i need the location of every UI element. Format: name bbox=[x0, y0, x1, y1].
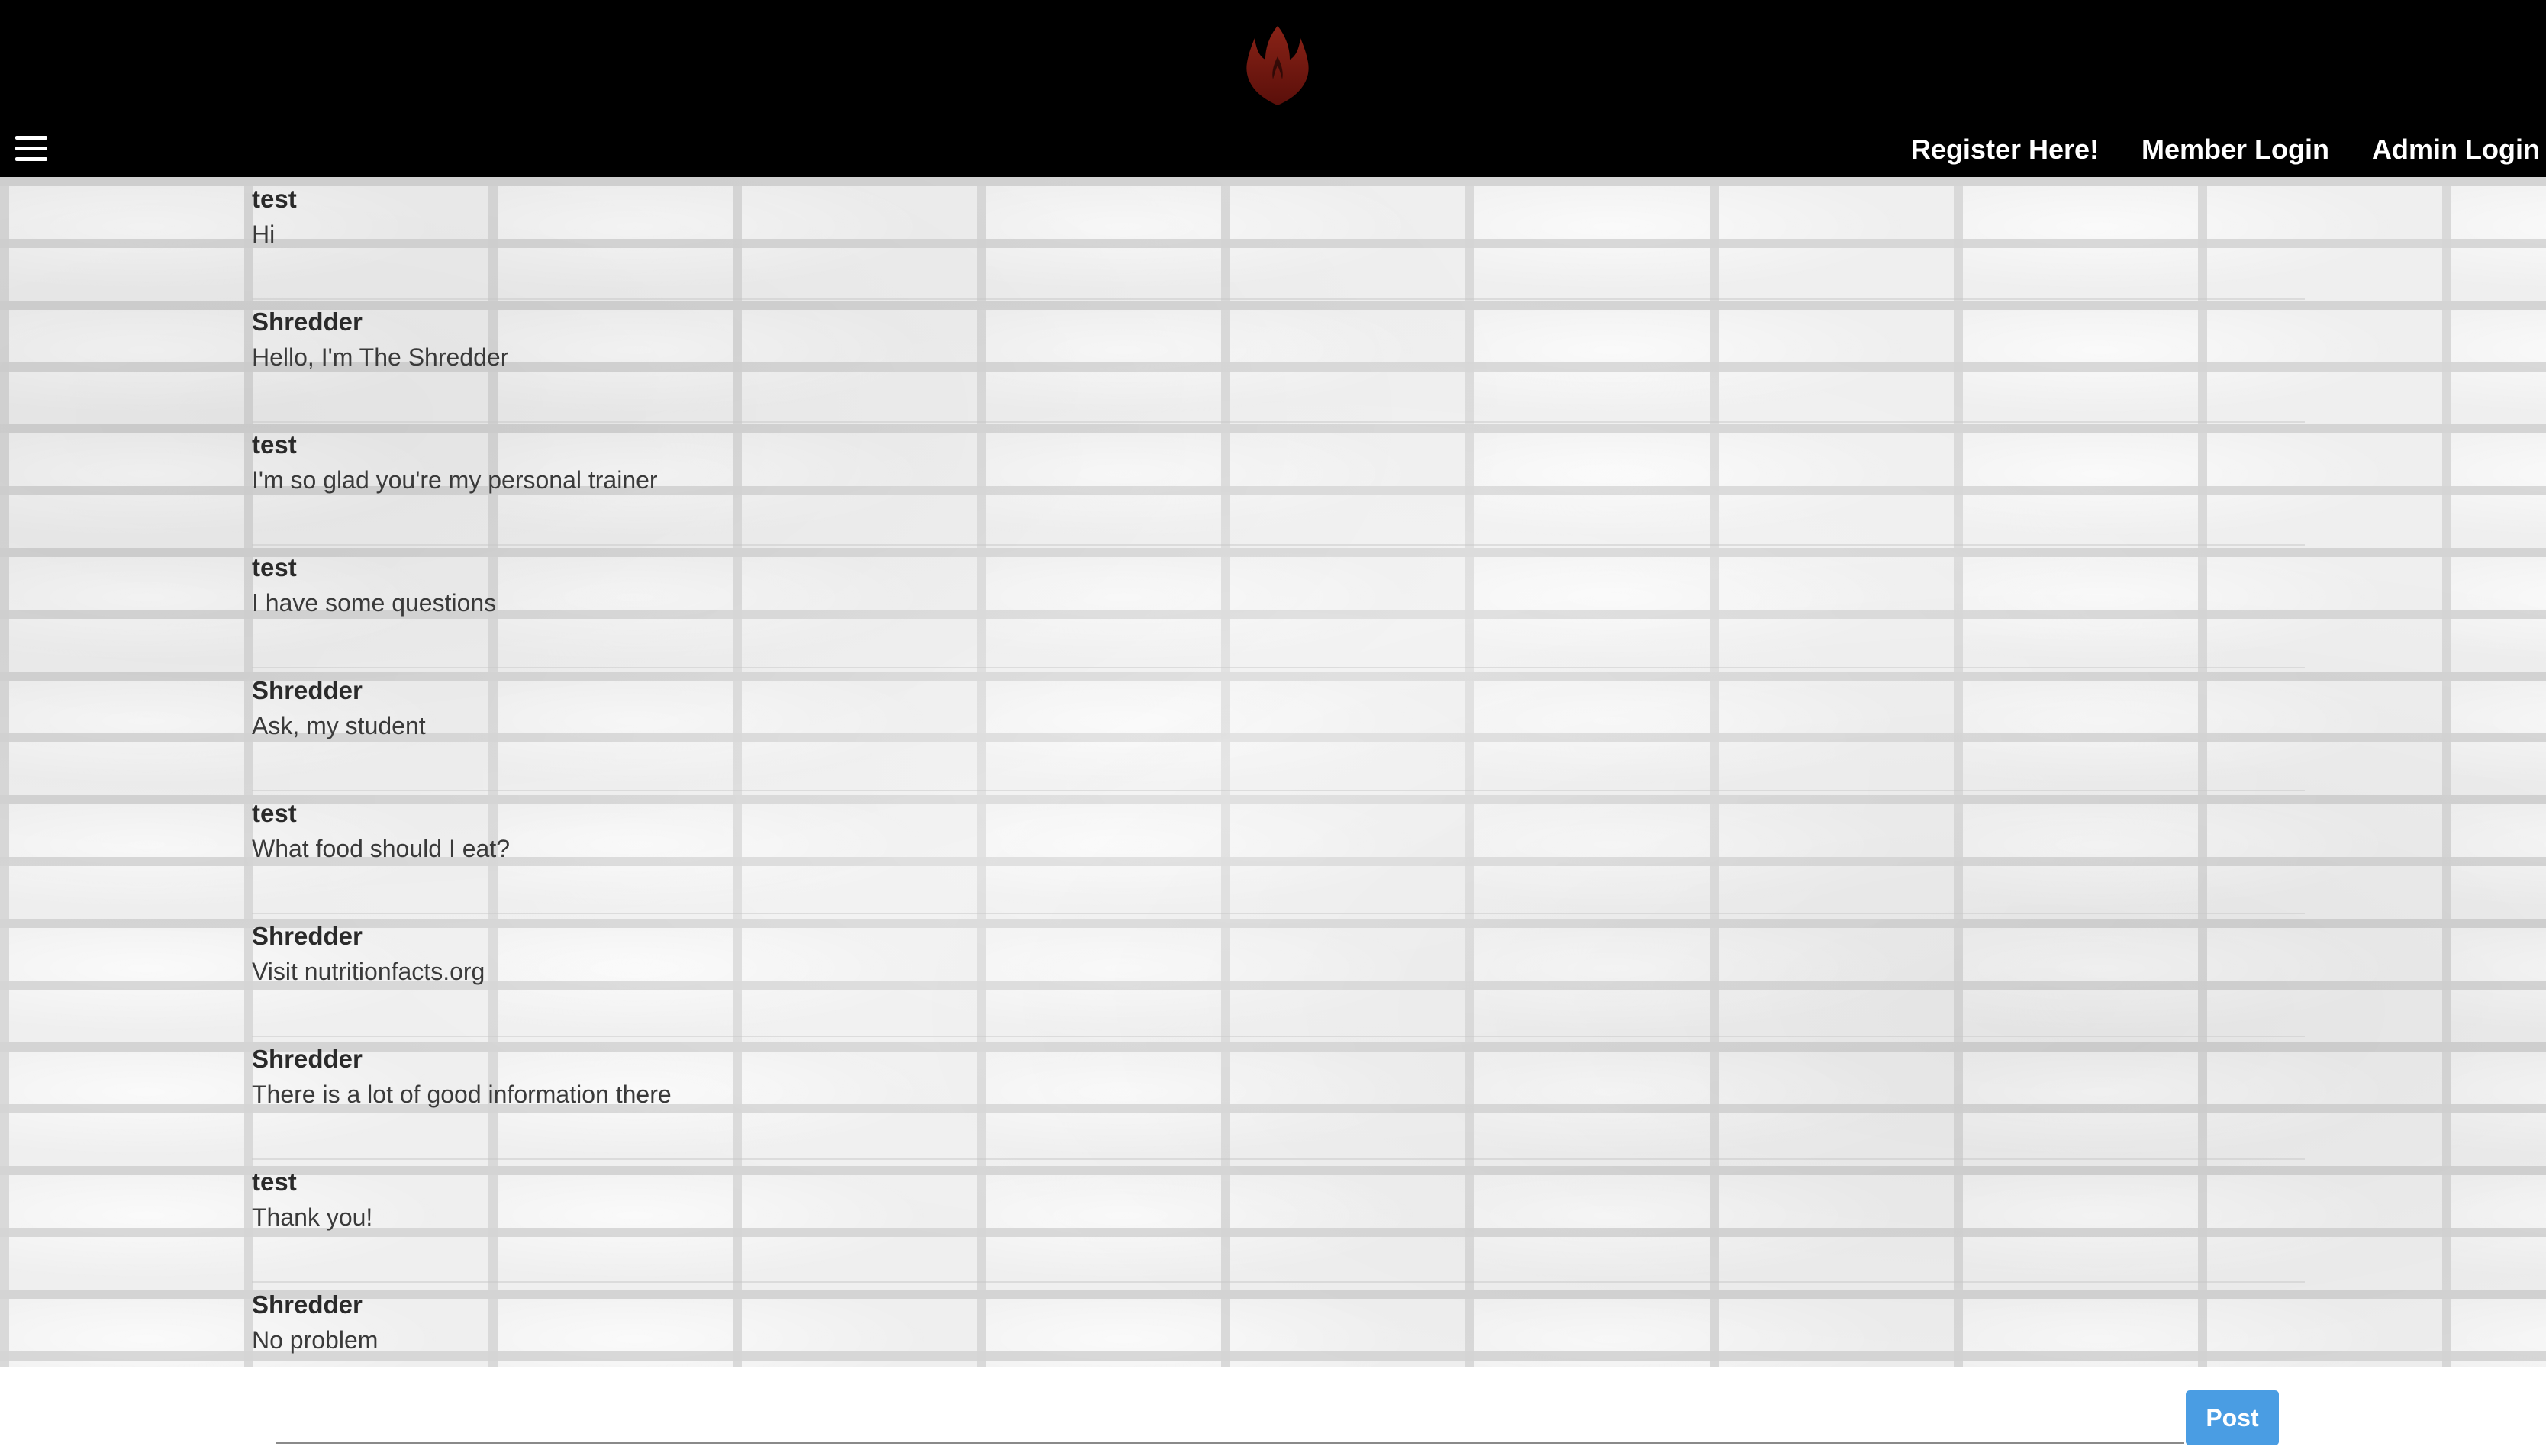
message-text: Hi bbox=[252, 221, 276, 248]
message-text: What food should I eat? bbox=[252, 835, 510, 862]
hamburger-menu-icon[interactable] bbox=[15, 136, 47, 163]
message-item: test I'm so glad you're my personal trai… bbox=[252, 423, 2305, 546]
message-input[interactable] bbox=[276, 1389, 2184, 1444]
message-item: Shredder Hello, I'm The Shredder bbox=[252, 300, 2305, 423]
register-link[interactable]: Register Here! bbox=[1911, 131, 2099, 168]
message-text: I'm so glad you're my personal trainer bbox=[252, 466, 658, 494]
message-item: Shredder There is a lot of good informat… bbox=[252, 1037, 2305, 1160]
message-author: Shredder bbox=[252, 676, 363, 704]
message-composer: Post bbox=[0, 1367, 2546, 1456]
message-text: Ask, my student bbox=[252, 712, 426, 739]
post-button[interactable]: Post bbox=[2186, 1390, 2279, 1445]
header-nav: Register Here! Member Login Admin Login bbox=[1911, 131, 2540, 168]
member-login-link[interactable]: Member Login bbox=[2142, 131, 2329, 168]
admin-login-link[interactable]: Admin Login bbox=[2372, 131, 2540, 168]
message-item: test Thank you! bbox=[252, 1160, 2305, 1283]
message-author: Shredder bbox=[252, 922, 363, 950]
message-item: test Hi bbox=[252, 177, 2305, 300]
message-item: Shredder Ask, my student bbox=[252, 668, 2305, 791]
flame-icon bbox=[1246, 26, 1309, 105]
message-text: Visit nutritionfacts.org bbox=[252, 958, 485, 985]
message-author: Shredder bbox=[252, 1045, 363, 1073]
message-author: test bbox=[252, 553, 297, 581]
message-text: There is a lot of good information there bbox=[252, 1081, 672, 1108]
message-author: test bbox=[252, 185, 297, 213]
message-author: test bbox=[252, 1168, 297, 1196]
top-navbar: Register Here! Member Login Admin Login bbox=[0, 0, 2546, 177]
message-list: test Hi Shredder Hello, I'm The Shredder… bbox=[252, 177, 2305, 1406]
message-author: Shredder bbox=[252, 1290, 363, 1319]
message-item: Shredder Visit nutritionfacts.org bbox=[252, 914, 2305, 1037]
message-text: Hello, I'm The Shredder bbox=[252, 343, 509, 371]
message-text: I have some questions bbox=[252, 589, 497, 617]
message-item: test I have some questions bbox=[252, 546, 2305, 668]
message-author: test bbox=[252, 430, 297, 459]
message-text: Thank you! bbox=[252, 1203, 373, 1231]
message-author: Shredder bbox=[252, 308, 363, 336]
message-text: No problem bbox=[252, 1326, 379, 1354]
message-author: test bbox=[252, 799, 297, 827]
message-item: test What food should I eat? bbox=[252, 791, 2305, 914]
